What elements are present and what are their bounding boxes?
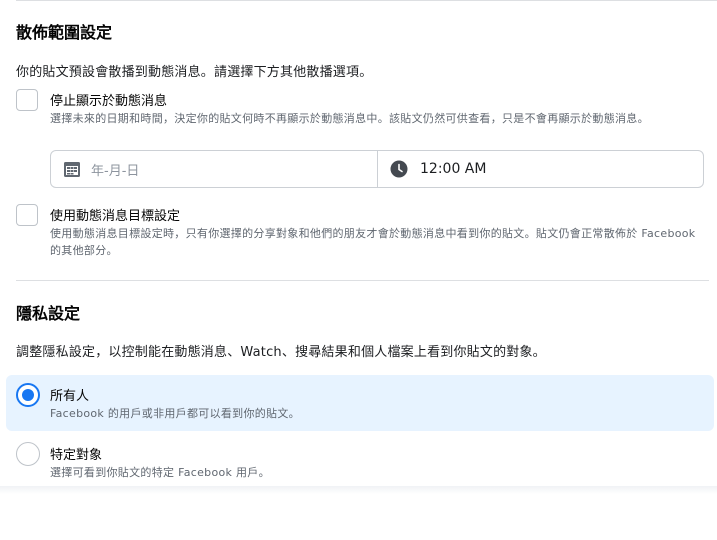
stop-feed-description: 選擇未來的日期和時間，決定你的貼文何時不再顯示於動態消息中。該貼文仍然可供查看，… — [50, 112, 649, 125]
privacy-title: 隱私設定 — [16, 304, 81, 323]
stop-feed-label: 停止顯示於動態消息 — [50, 94, 168, 109]
specific-description: 選擇可看到你貼文的特定 Facebook 用戶。 — [50, 466, 270, 479]
stop-feed-option[interactable]: 停止顯示於動態消息 選擇未來的日期和時間，決定你的貼文何時不再顯示於動態消息中。… — [16, 89, 709, 145]
distribution-description: 你的貼文預設會散播到動態消息。請選擇下方其他散播選項。 — [16, 65, 373, 80]
stop-feed-datetime: 年-月-日 12:00 AM — [50, 150, 704, 188]
targeting-checkbox[interactable] — [16, 204, 38, 226]
privacy-option-specific[interactable]: 特定對象 選擇可看到你貼文的特定 Facebook 用戶。 — [6, 434, 714, 486]
specific-label: 特定對象 — [50, 448, 103, 463]
privacy-option-everyone[interactable]: 所有人 Facebook 的用戶或非用戶都可以看到你的貼文。 — [6, 375, 714, 431]
everyone-label: 所有人 — [50, 389, 90, 404]
time-value: 12:00 AM — [420, 161, 487, 177]
radio-dot — [22, 389, 34, 401]
distribution-title: 散佈範圍設定 — [16, 23, 113, 42]
everyone-description: Facebook 的用戶或非用戶都可以看到你的貼文。 — [50, 407, 300, 420]
everyone-radio[interactable] — [16, 383, 40, 407]
scroll-shadow — [0, 486, 717, 494]
specific-radio[interactable] — [16, 442, 40, 466]
post-settings-panel: 散佈範圍設定 你的貼文預設會散播到動態消息。請選擇下方其他散播選項。 停止顯示於… — [0, 0, 717, 540]
stop-feed-checkbox[interactable] — [16, 89, 38, 111]
time-input[interactable]: 12:00 AM — [378, 151, 703, 187]
section-divider — [16, 280, 709, 281]
top-divider — [16, 0, 717, 1]
targeting-option[interactable]: 使用動態消息目標設定 使用動態消息目標設定時，只有你選擇的分享對象和他們的朋友才… — [16, 204, 709, 264]
targeting-label: 使用動態消息目標設定 — [50, 209, 181, 224]
date-input[interactable]: 年-月-日 — [51, 151, 378, 187]
clock-icon — [390, 160, 408, 178]
calendar-icon — [64, 162, 80, 177]
targeting-description: 使用動態消息目標設定時，只有你選擇的分享對象和他們的朋友才會於動態消息中看到你的… — [50, 227, 696, 257]
date-placeholder: 年-月-日 — [91, 163, 140, 179]
privacy-description: 調整隱私設定，以控制能在動態消息、Watch、搜尋結果和個人檔案上看到你貼文的對… — [16, 345, 546, 360]
